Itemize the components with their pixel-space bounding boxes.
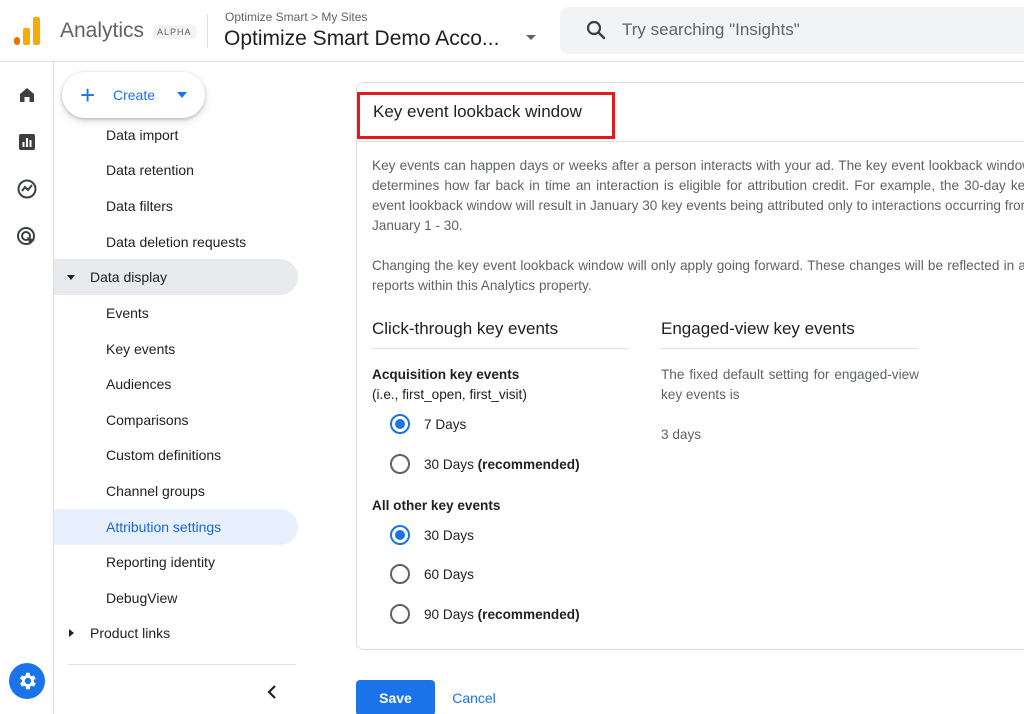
nav-item-comparisons[interactable]: Comparisons [106, 402, 298, 438]
chevron-down-icon[interactable] [526, 35, 536, 40]
search-icon[interactable] [586, 20, 606, 45]
nav-item-audiences[interactable]: Audiences [106, 366, 298, 402]
radio-acquisition-7-days[interactable]: 7 Days [390, 412, 466, 436]
radio-unchecked-icon[interactable] [390, 454, 410, 474]
acquisition-label: Acquisition key events [372, 367, 520, 382]
nav-item-data-import[interactable]: Data import [106, 117, 298, 153]
nav-item-custom-definitions[interactable]: Custom definitions [106, 437, 298, 473]
nav-item-debugview[interactable]: DebugView [106, 580, 298, 616]
alpha-badge: ALPHA [153, 25, 196, 39]
save-button[interactable]: Save [356, 680, 435, 714]
explore-icon[interactable] [15, 177, 39, 201]
top-bar: Analytics ALPHA Optimize Smart > My Site… [0, 0, 1024, 62]
card-divider [357, 141, 1024, 142]
radio-label: 30 Days [424, 527, 474, 543]
cancel-button[interactable]: Cancel [444, 680, 504, 714]
analytics-logo-icon[interactable] [14, 17, 40, 45]
radio-unchecked-icon[interactable] [390, 564, 410, 584]
create-label: Create [113, 87, 156, 103]
nav-item-key-events[interactable]: Key events [106, 331, 298, 367]
recommended-tag: (recommended) [477, 456, 580, 472]
description-paragraph-2: Changing the key event lookback window w… [372, 258, 1024, 293]
search-input[interactable] [612, 17, 1012, 43]
highlight-box [357, 92, 615, 139]
breadcrumb[interactable]: Optimize Smart > My Sites [225, 10, 367, 24]
engaged-view-description: The fixed default setting for engaged-vi… [661, 367, 919, 402]
click-through-title: Click-through key events [372, 319, 559, 338]
nav-item-data-deletion-requests[interactable]: Data deletion requests [106, 224, 298, 260]
nav-item-data-filters[interactable]: Data filters [106, 188, 298, 224]
radio-acquisition-30-days[interactable]: 30 Days (recommended) [390, 452, 580, 476]
home-icon[interactable] [15, 83, 39, 107]
nav-item-events[interactable]: Events [106, 295, 298, 331]
advertising-icon[interactable] [15, 225, 39, 249]
nav-group-product-links[interactable]: Product links [90, 615, 298, 651]
other-events-label: All other key events [372, 498, 501, 513]
expand-right-icon[interactable] [69, 629, 74, 637]
radio-label: 30 Days [424, 456, 474, 472]
radio-label: 60 Days [424, 566, 474, 582]
engaged-view-title: Engaged-view key events [661, 319, 855, 338]
create-button[interactable]: + Create [62, 72, 205, 118]
plus-icon: + [80, 80, 96, 110]
recommended-tag: (recommended) [477, 606, 580, 622]
nav-item-attribution-settings[interactable]: Attribution settings [106, 509, 298, 545]
radio-other-30-days[interactable]: 30 Days [390, 523, 474, 547]
acquisition-hint: (i.e., first_open, first_visit) [372, 387, 527, 402]
reports-icon[interactable] [15, 130, 39, 154]
nav-item-channel-groups[interactable]: Channel groups [106, 473, 298, 509]
radio-other-60-days[interactable]: 60 Days [390, 562, 474, 586]
nav-divider [68, 664, 296, 665]
radio-unchecked-icon[interactable] [390, 604, 410, 624]
description-paragraph-1: Key events can happen days or weeks afte… [372, 158, 1024, 233]
radio-label: 90 Days [424, 606, 474, 622]
engaged-view-value: 3 days [661, 427, 702, 442]
radio-checked-icon[interactable] [390, 414, 410, 434]
expand-down-icon[interactable] [67, 275, 75, 280]
nav-item-reporting-identity[interactable]: Reporting identity [106, 544, 298, 580]
click-through-divider [372, 348, 629, 349]
chevron-left-icon[interactable] [262, 681, 282, 703]
radio-checked-icon[interactable] [390, 525, 410, 545]
chevron-down-icon [177, 92, 187, 98]
left-rail [0, 62, 54, 714]
account-selector[interactable]: Optimize Smart Demo Acco... [224, 27, 499, 51]
header-divider [207, 14, 208, 48]
product-name: Analytics [60, 19, 145, 42]
nav-group-data-display[interactable]: Data display [90, 259, 298, 295]
nav-item-data-retention[interactable]: Data retention [106, 152, 298, 188]
gear-icon[interactable] [9, 663, 45, 699]
radio-other-90-days[interactable]: 90 Days (recommended) [390, 602, 580, 626]
radio-label: 7 Days [424, 416, 467, 432]
engaged-view-divider [661, 348, 918, 349]
